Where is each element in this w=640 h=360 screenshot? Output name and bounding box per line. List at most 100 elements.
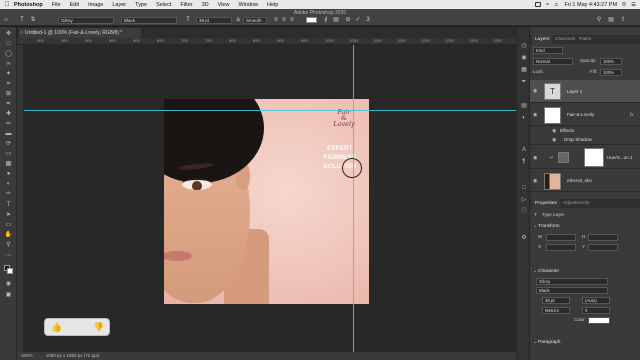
vertical-ruler[interactable] xyxy=(17,45,24,352)
layer-effects-row[interactable]: ◉ Effects xyxy=(530,127,640,136)
text-orientation-icon[interactable]: ⇅ xyxy=(30,17,36,23)
screen-mode-icon[interactable]: ▣ xyxy=(4,292,13,299)
history-brush-tool-icon[interactable]: ⟳ xyxy=(4,141,13,148)
layer-visibility-eye-icon[interactable]: ◉ xyxy=(533,178,537,184)
effects-label[interactable]: Effects xyxy=(560,128,574,133)
character-leading-select[interactable]: (Auto) xyxy=(582,297,610,304)
apple-menu-icon[interactable]:  xyxy=(0,1,14,8)
character-panel-icon[interactable]: ▤ xyxy=(333,17,339,23)
align-right-icon[interactable]: ≡ xyxy=(289,17,295,23)
align-center-icon[interactable]: ≡ xyxy=(281,17,287,23)
search-icon[interactable]: ⚲ xyxy=(622,2,626,8)
opacity-input[interactable]: 100% xyxy=(600,58,622,65)
y-input[interactable] xyxy=(588,244,618,251)
marquee-tool-icon[interactable]: ◯ xyxy=(4,51,13,58)
font-family-select[interactable]: Gilroy xyxy=(58,17,114,24)
search-icon-ps[interactable]: ⚲ xyxy=(596,17,602,23)
layer-visibility-eye-icon[interactable]: ◉ xyxy=(533,155,537,161)
status-icon[interactable] xyxy=(534,2,541,7)
align-left-icon[interactable]: ≡ xyxy=(273,17,279,23)
layer-name[interactable]: Layer 1 xyxy=(567,89,582,94)
clone-stamp-tool-icon[interactable]: ▬ xyxy=(4,131,13,138)
character-style-select[interactable]: Black xyxy=(536,287,608,294)
swatches-panel-icon[interactable]: ▦ xyxy=(520,67,528,74)
blur-tool-icon[interactable]: ● xyxy=(4,171,13,178)
zoom-tool-icon[interactable]: ⚲ xyxy=(4,242,13,249)
transform-section-header[interactable]: ⌄ Transform xyxy=(530,223,640,231)
tab-channels[interactable]: Channels xyxy=(552,35,578,44)
paragraph-panel-dock-icon[interactable]: ¶ xyxy=(520,159,528,166)
character-size-select[interactable]: 38 pt xyxy=(542,297,570,304)
layer-row-adjustment[interactable]: ◉ ↵ Hue/S...on 1 xyxy=(530,146,640,169)
blend-mode-select[interactable]: Normal xyxy=(533,58,573,65)
character-tracking-select[interactable]: 0 xyxy=(582,307,610,314)
layer-row-text[interactable]: ◉ T Layer 1 xyxy=(530,80,640,103)
actions-panel-icon[interactable]: ▷ xyxy=(520,197,528,204)
menu-edit[interactable]: Edit xyxy=(70,2,79,8)
font-size-select[interactable]: 38 pt xyxy=(196,17,232,24)
vertical-guide[interactable] xyxy=(353,45,354,352)
menubar-datetime[interactable]: Fri 1 May 4:43:27 PM xyxy=(564,2,617,8)
character-font-select[interactable]: Gilroy xyxy=(536,278,608,285)
layer-name[interactable]: ethenol_sko xyxy=(567,178,592,183)
artboard-tool-icon[interactable]: □ xyxy=(4,41,13,48)
control-center-icon[interactable]: ☰ xyxy=(631,2,636,8)
character-kerning-select[interactable]: Metrics xyxy=(542,307,570,314)
effects-eye-icon[interactable]: ◉ xyxy=(552,128,556,134)
document-tab[interactable]: × Untitled-1 @ 100% (Fair-&-Lovely, RGB/… xyxy=(19,28,141,38)
shape-tool-icon[interactable]: ▭ xyxy=(4,222,13,229)
properties-dock-icon[interactable]: ⚙ xyxy=(520,235,528,242)
menu-view[interactable]: View xyxy=(218,2,230,8)
warp-text-icon[interactable]: ∮ xyxy=(323,17,329,23)
zoom-level[interactable]: 100% xyxy=(21,353,33,358)
glyphs-panel-icon[interactable]: □ xyxy=(520,185,528,192)
width-input[interactable] xyxy=(546,234,576,241)
type-tool-icon-left[interactable]: T xyxy=(4,202,13,209)
layer-visibility-eye-icon[interactable]: ◉ xyxy=(533,112,537,118)
font-style-select[interactable]: Black xyxy=(121,17,177,24)
layer-row-smart[interactable]: ◉ Fair-&-Lovely fx xyxy=(530,104,640,126)
color-swatches[interactable] xyxy=(4,265,14,275)
info-panel-icon[interactable]: ⓘ xyxy=(520,209,528,216)
fx-icon[interactable]: fx xyxy=(630,112,634,117)
workspace-icon[interactable]: ▤ xyxy=(608,17,614,23)
crop-tool-icon[interactable]: ⌗ xyxy=(4,81,13,88)
gradient-tool-icon[interactable]: ▩ xyxy=(4,161,13,168)
menu-image[interactable]: Image xyxy=(88,2,103,8)
eyedropper-tool-icon[interactable]: ✒ xyxy=(4,101,13,108)
lasso-tool-icon[interactable]: ∞ xyxy=(4,61,13,68)
drop-shadow-row[interactable]: ◉ Drop Shadow xyxy=(530,136,640,145)
libraries-panel-icon[interactable]: ▤ xyxy=(520,103,528,110)
menu-filter[interactable]: Filter xyxy=(180,2,192,8)
history-panel-icon[interactable]: ◷ xyxy=(520,43,528,50)
tab-adjustments[interactable]: Adjustments xyxy=(560,199,592,208)
tab-paths[interactable]: Paths xyxy=(576,35,594,44)
color-panel-icon[interactable]: ◉ xyxy=(520,55,528,62)
menu-select[interactable]: Select xyxy=(156,2,171,8)
healing-brush-tool-icon[interactable]: ✚ xyxy=(4,111,13,118)
drop-shadow-eye-icon[interactable]: ◉ xyxy=(552,137,556,143)
eraser-tool-icon[interactable]: ▭ xyxy=(4,151,13,158)
move-tool-icon[interactable]: ✥ xyxy=(4,31,13,38)
paragraph-section-header[interactable]: ⌄ Paragraph xyxy=(530,339,640,347)
height-input[interactable] xyxy=(588,234,618,241)
commit-icon[interactable]: ✓ xyxy=(355,17,361,23)
canvas-area[interactable]: Fair & Lovely EXPERT FAIRNESS SOLUTION xyxy=(24,45,516,352)
layer-row-image[interactable]: ◉ ethenol_sko xyxy=(530,170,640,192)
character-color-swatch[interactable] xyxy=(588,317,610,324)
volume-icon[interactable]: ♬ xyxy=(554,2,560,8)
dodge-tool-icon[interactable]: ◐ xyxy=(4,181,13,188)
menu-photoshop[interactable]: Photoshop xyxy=(14,2,43,8)
thumbs-up-icon[interactable]: 👍 xyxy=(51,322,63,333)
antialias-select[interactable]: Smooth xyxy=(243,17,267,24)
x-input[interactable] xyxy=(546,244,576,251)
layer-kind-filter[interactable]: Kind xyxy=(533,47,563,54)
3d-icon[interactable]: 3 xyxy=(365,17,371,23)
menu-window[interactable]: Window xyxy=(238,2,258,8)
frame-tool-icon[interactable]: ⊠ xyxy=(4,91,13,98)
quick-mask-icon[interactable]: ◉ xyxy=(4,281,13,288)
quick-select-tool-icon[interactable]: ✦ xyxy=(4,71,13,78)
layer-name[interactable]: Hue/S...on 1 xyxy=(607,155,633,160)
wifi-icon[interactable]: ≈ xyxy=(546,2,549,8)
more-tools-icon[interactable]: ⋯ xyxy=(4,253,13,260)
